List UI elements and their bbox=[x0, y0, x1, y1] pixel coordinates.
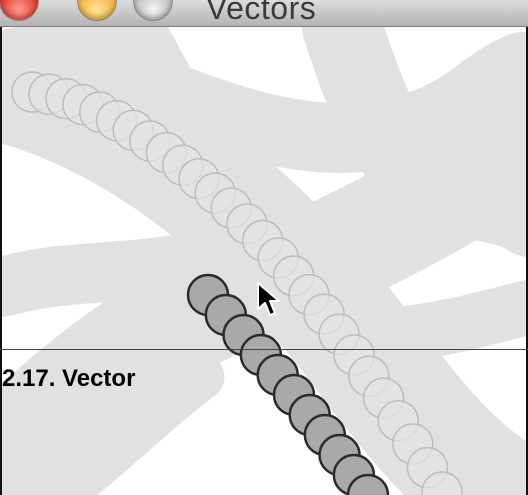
zoom-button[interactable] bbox=[134, 0, 172, 20]
title-bar: Vectors bbox=[0, 0, 528, 27]
section-caption: 2.17. Vector bbox=[2, 365, 136, 392]
sketch-canvas[interactable] bbox=[0, 27, 528, 495]
sketch-drawing bbox=[2, 27, 526, 495]
window-title: Vectors bbox=[206, 0, 317, 26]
caption-divider bbox=[0, 349, 528, 350]
minimize-button[interactable] bbox=[78, 0, 116, 20]
close-button[interactable] bbox=[0, 0, 38, 20]
